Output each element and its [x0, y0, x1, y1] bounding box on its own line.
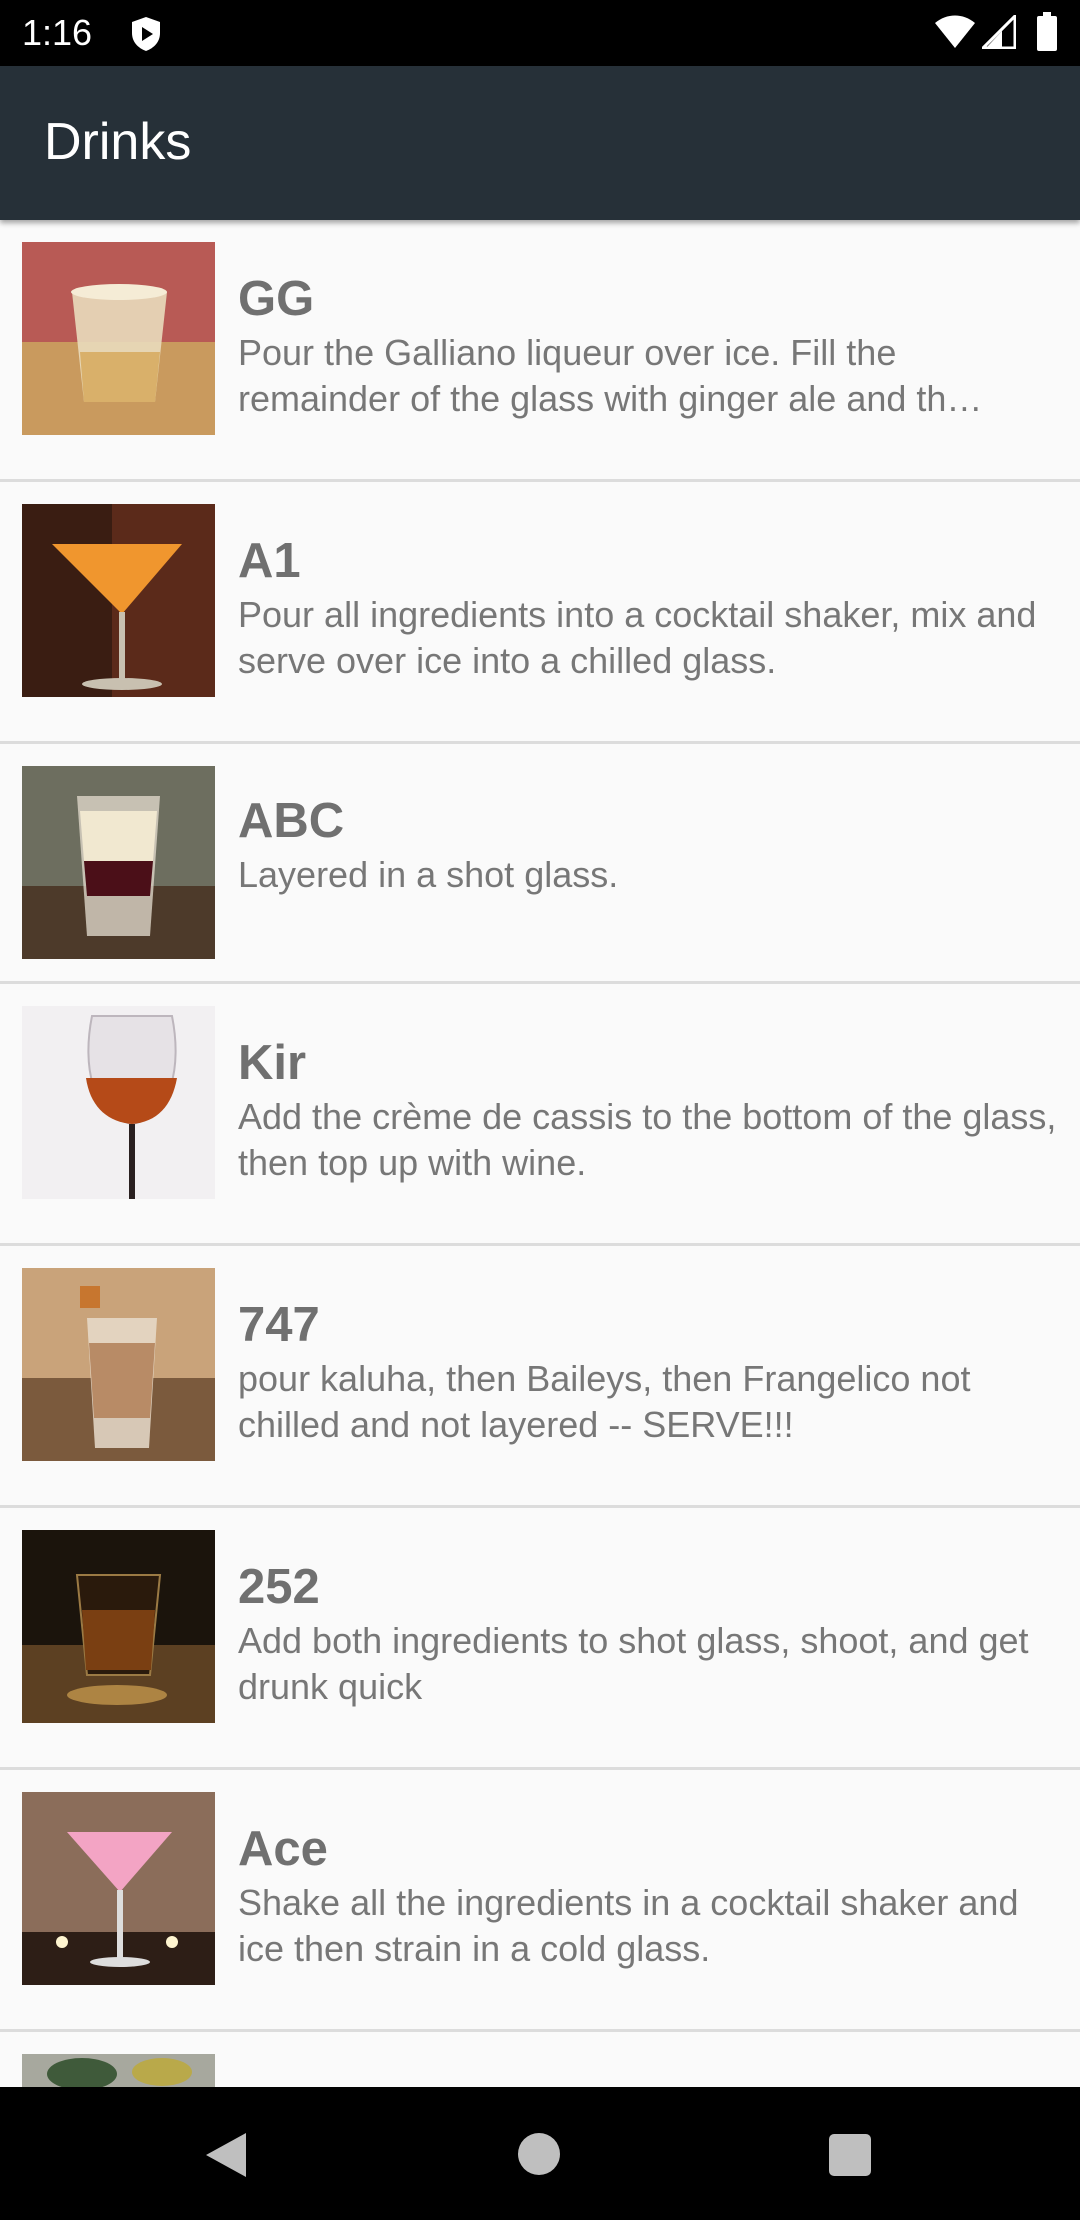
list-item[interactable]: 252 Add both ingredients to shot glass, …	[0, 1508, 1080, 1770]
back-icon[interactable]	[204, 2131, 248, 2179]
recents-icon[interactable]	[829, 2134, 871, 2176]
drink-name: Ace	[238, 1822, 328, 1876]
battery-icon	[1037, 12, 1057, 51]
cell-signal-icon	[982, 15, 1016, 49]
drink-description: Shake all the ingredients in a cocktail …	[238, 1882, 1019, 1969]
list-item[interactable]: ABC Layered in a shot glass.	[0, 744, 1080, 984]
drink-name: GG	[238, 272, 315, 326]
drink-description: Pour all ingredients into a cocktail sha…	[238, 594, 1037, 681]
shield-play-icon	[132, 17, 160, 51]
list-item[interactable]: 747 pour kaluha, then Baileys, then Fran…	[0, 1246, 1080, 1508]
drink-description: Pour the Galliano liqueur over ice. Fill…	[238, 332, 983, 419]
drink-name: 252	[238, 1560, 320, 1614]
whiskey-shot-photo	[22, 1530, 215, 1723]
wine-glass-photo	[22, 1006, 215, 1199]
creamy-shot-photo	[22, 1268, 215, 1461]
navigation-bar	[0, 2087, 1080, 2220]
drink-description: Layered in a shot glass.	[238, 854, 619, 895]
layered-shot-photo	[22, 766, 215, 959]
app-bar: Drinks	[0, 66, 1080, 220]
list-item[interactable]: Kir Add the crème de cassis to the botto…	[0, 984, 1080, 1246]
list-item[interactable]: Ace Shake all the ingredients in a cockt…	[0, 1770, 1080, 2032]
status-bar: 1:16	[0, 0, 1080, 66]
drink-description: Add both ingredients to shot glass, shoo…	[238, 1620, 1029, 1707]
drink-list[interactable]: GG Pour the Galliano liqueur over ice. F…	[0, 220, 1080, 2087]
drink-description: pour kaluha, then Baileys, then Frangeli…	[238, 1358, 971, 1445]
wifi-icon	[935, 15, 975, 48]
home-icon[interactable]	[518, 2133, 560, 2175]
drink-name: ABC	[238, 794, 345, 848]
drink-name: Kir	[238, 1036, 307, 1090]
list-item[interactable]: GG Pour the Galliano liqueur over ice. F…	[0, 220, 1080, 482]
list-item[interactable]	[0, 2032, 1080, 2087]
list-item[interactable]: A1 Pour all ingredients into a cocktail …	[0, 482, 1080, 744]
orange-martini-photo	[22, 504, 215, 697]
pink-martini-photo	[22, 1792, 215, 1985]
drink-name: A1	[238, 534, 301, 588]
page-title: Drinks	[44, 113, 192, 171]
status-time: 1:16	[22, 12, 93, 53]
tumbler-on-ice-photo	[22, 242, 215, 435]
drink-description: Add the crème de cassis to the bottom of…	[238, 1096, 1057, 1183]
green-garnish-photo	[22, 2054, 215, 2087]
drink-name: 747	[238, 1298, 320, 1352]
